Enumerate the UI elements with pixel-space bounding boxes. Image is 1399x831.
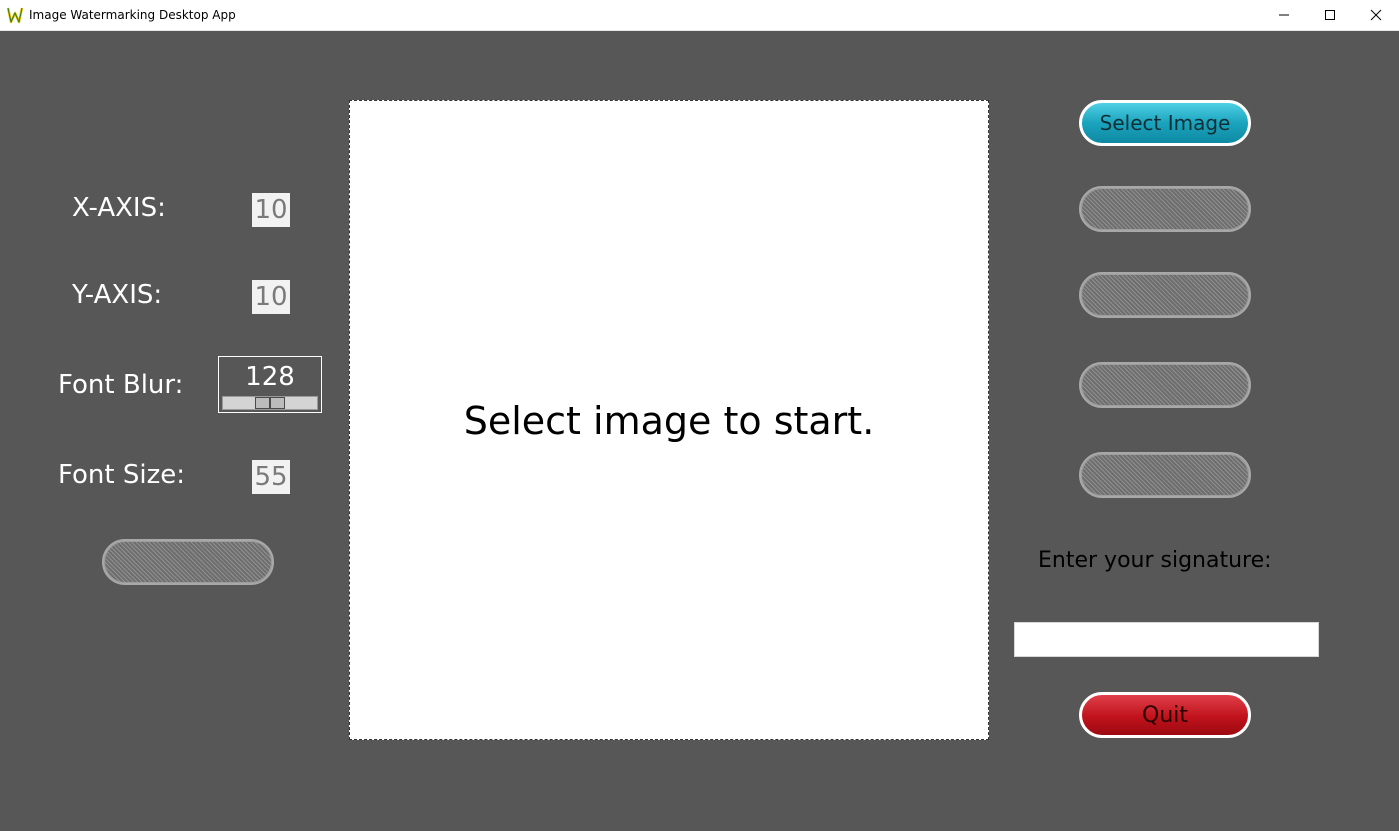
- y-axis-label: Y-AXIS:: [72, 280, 163, 310]
- signature-input[interactable]: [1014, 622, 1319, 657]
- font-size-value[interactable]: 55: [252, 460, 290, 494]
- close-button[interactable]: [1353, 0, 1399, 30]
- w-logo-icon: [7, 7, 23, 24]
- canvas-prompt: Select image to start.: [463, 399, 875, 443]
- close-icon: [1370, 9, 1382, 21]
- title-bar: Image Watermarking Desktop App: [0, 0, 1399, 31]
- quit-button[interactable]: Quit: [1079, 692, 1251, 738]
- action-button-5[interactable]: [1079, 452, 1251, 498]
- font-size-label: Font Size:: [58, 460, 186, 490]
- font-blur-thumb[interactable]: [255, 397, 286, 409]
- signature-label: Enter your signature:: [1038, 548, 1272, 573]
- x-axis-label: X-AXIS:: [72, 193, 166, 223]
- apply-button[interactable]: [102, 539, 274, 585]
- font-blur-trough[interactable]: [222, 396, 318, 410]
- font-blur-label: Font Blur:: [58, 370, 184, 400]
- action-button-2[interactable]: [1079, 186, 1251, 232]
- font-blur-value: 128: [245, 362, 295, 392]
- x-axis-value[interactable]: 10: [252, 193, 290, 227]
- select-image-button[interactable]: Select Image: [1079, 100, 1251, 146]
- action-button-4[interactable]: [1079, 362, 1251, 408]
- window-title: Image Watermarking Desktop App: [29, 8, 236, 22]
- maximize-icon: [1325, 10, 1335, 20]
- maximize-button[interactable]: [1307, 0, 1353, 30]
- minimize-button[interactable]: [1261, 0, 1307, 30]
- y-axis-value[interactable]: 10: [252, 280, 290, 314]
- minimize-icon: [1279, 14, 1289, 16]
- action-button-3[interactable]: [1079, 272, 1251, 318]
- font-blur-slider[interactable]: 128: [218, 356, 322, 413]
- image-canvas[interactable]: Select image to start.: [349, 100, 989, 740]
- app-window: Image Watermarking Desktop App X-AXIS: 1…: [0, 0, 1399, 831]
